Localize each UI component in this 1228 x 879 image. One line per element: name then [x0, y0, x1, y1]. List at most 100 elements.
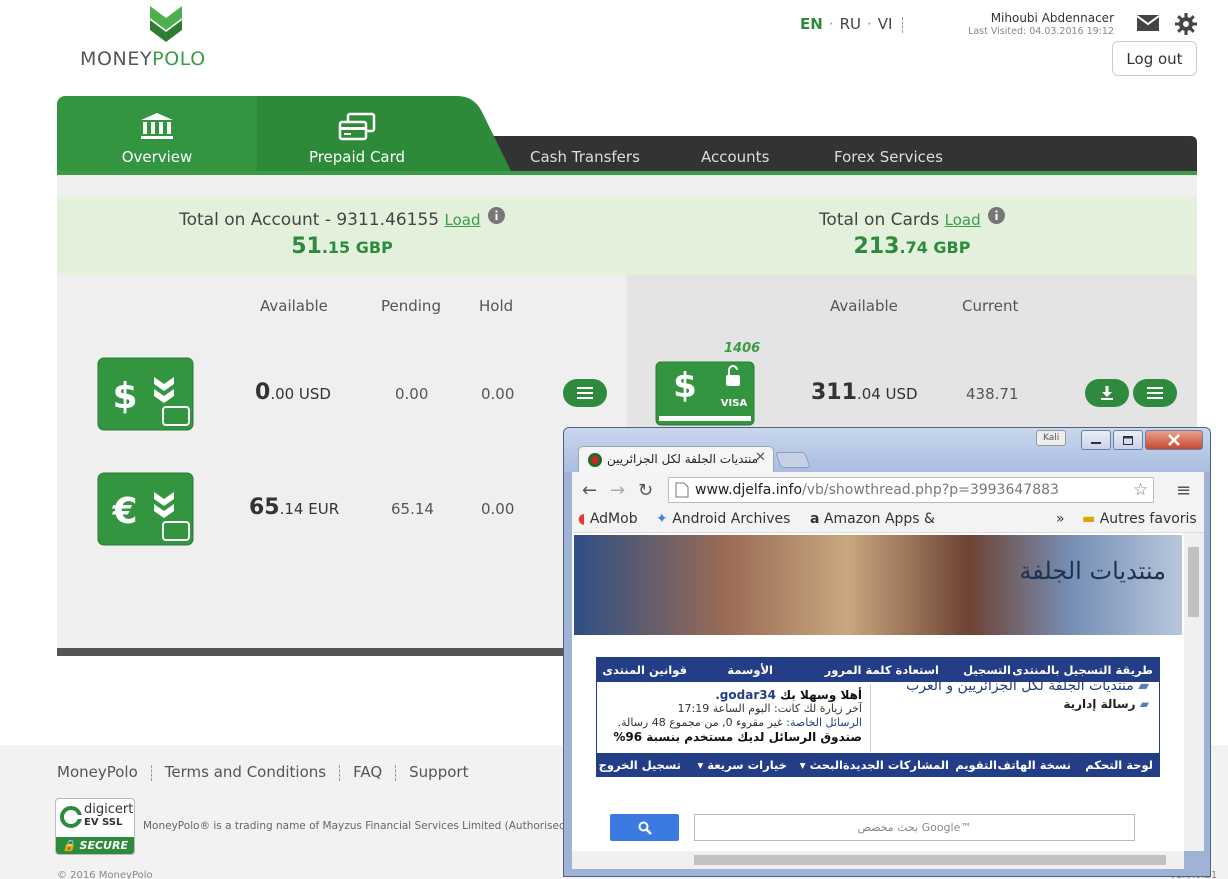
- folder-icon: ▬: [1082, 511, 1096, 527]
- forum-title-block: ▰ منتديات الجلفة لكل الجزائريين و العرب …: [906, 678, 1149, 711]
- list-icon: [1147, 387, 1163, 399]
- nav-new-posts[interactable]: المشاركات الجديدة: [843, 758, 949, 772]
- eur-available: 65.14 EUR: [249, 495, 340, 520]
- lang-ru[interactable]: RU: [840, 15, 861, 33]
- tab-forex-services[interactable]: Forex Services: [834, 148, 943, 166]
- forward-icon[interactable]: →: [610, 480, 625, 501]
- bookmarks-overflow[interactable]: »: [1056, 511, 1065, 527]
- lang-en[interactable]: EN: [800, 15, 823, 33]
- footer-link-moneypolo[interactable]: MoneyPolo: [57, 763, 138, 781]
- user-welcome-block: أهلا وسهلا بك godar34. آخر زيارة لك كانت…: [597, 684, 871, 752]
- gear-icon[interactable]: [1175, 13, 1197, 35]
- eur-wallet-icon: €: [97, 472, 194, 550]
- back-icon[interactable]: ←: [582, 480, 597, 501]
- bank-icon: [141, 113, 173, 139]
- nav-search[interactable]: البحث ▾: [800, 758, 843, 772]
- footer-links: MoneyPolo Terms and Conditions FAQ Support: [57, 763, 468, 781]
- bookmark-other-favorites[interactable]: ▬ Autres favoris: [1082, 511, 1197, 527]
- maximize-button[interactable]: [1113, 430, 1143, 450]
- ssl-vendor: digicert: [84, 802, 134, 817]
- chrome-window[interactable]: Kali منتديات الجلفة لكل الجزائريين ✕ ← →…: [563, 427, 1211, 877]
- search-icon: [638, 821, 652, 835]
- moneypolo-logo[interactable]: MONEYPOLO: [80, 4, 255, 70]
- card-history-button[interactable]: [1133, 379, 1177, 407]
- total-on-cards: Total on Cards Load 213.74 GBP: [627, 207, 1197, 259]
- usd-pending: 0.00: [395, 385, 429, 403]
- nav-logout[interactable]: تسجيل الخروج: [599, 758, 681, 772]
- logout-button[interactable]: Log out: [1112, 41, 1197, 76]
- reload-icon[interactable]: ↻: [638, 480, 653, 501]
- tab-cash-transfers[interactable]: Cash Transfers: [530, 148, 640, 166]
- user-info: Mihoubi Abdennacer Last Visited: 04.03.2…: [968, 11, 1114, 37]
- cards-load-link[interactable]: Load: [945, 211, 981, 229]
- visa-card-icon[interactable]: $ VISA: [655, 361, 755, 430]
- nav-register[interactable]: التسجيل: [963, 663, 1011, 677]
- col-hold: Hold: [479, 297, 514, 315]
- close-icon: [1168, 434, 1180, 446]
- new-tab-button[interactable]: [775, 452, 811, 468]
- total-account-amount: 51.15 GBP: [291, 234, 393, 259]
- nav-register-method[interactable]: طريقة التسجيل بالمنتدى: [1012, 663, 1153, 677]
- svg-text:$: $: [673, 366, 697, 406]
- usd-history-button[interactable]: [563, 379, 607, 407]
- tab-prepaid-card[interactable]: Prepaid Card: [257, 96, 457, 171]
- web-content: منتديات الجلفة طريقة التسجيل بالمنتدى ال…: [572, 533, 1184, 851]
- footer-link-faq[interactable]: FAQ: [353, 763, 382, 781]
- lang-vi[interactable]: VI: [878, 15, 893, 33]
- svg-text:VISA: VISA: [721, 398, 748, 409]
- forum-bottom-nav: لوحة التحكم نسخة الهاتف التقويم المشاركا…: [597, 753, 1159, 777]
- bookmark-admob[interactable]: ◖ AdMob: [578, 511, 638, 527]
- footer-link-support[interactable]: Support: [409, 763, 468, 781]
- forum-admin-message[interactable]: ▰ رسالة إدارية: [906, 697, 1149, 711]
- download-icon: [1101, 386, 1113, 400]
- info-icon[interactable]: [487, 207, 505, 224]
- footer-link-terms[interactable]: Terms and Conditions: [165, 763, 326, 781]
- address-bar[interactable]: www.djelfa.info/vb/showthread.php?p=3993…: [668, 477, 1154, 503]
- vertical-scrollbar[interactable]: [1184, 533, 1204, 851]
- tab-prepaid-card-label: Prepaid Card: [308, 148, 406, 166]
- trading-notice: MoneyPolo® is a trading name of Mayzus F…: [143, 820, 576, 832]
- language-switcher: EN · RU · VI: [800, 15, 904, 33]
- nav-quick-options[interactable]: خيارات سريعة ▾: [698, 758, 787, 772]
- last-visited: Last Visited: 04.03.2016 19:12: [968, 26, 1114, 37]
- tab-accounts[interactable]: Accounts: [701, 148, 769, 166]
- moneypolo-dashboard: MONEYPOLO EN · RU · VI Mihoubi Abdennacer La…: [0, 0, 1228, 879]
- total-on-account: Total on Account - 9311.46155 Load 51.15…: [57, 207, 627, 259]
- account-load-link[interactable]: Load: [445, 211, 481, 229]
- nav-recover-password[interactable]: استعادة كلمة المرور: [825, 663, 939, 677]
- forum-username[interactable]: godar34.: [715, 688, 776, 702]
- forum-search-button[interactable]: [610, 814, 679, 841]
- bookmark-android-archives[interactable]: ✦ Android Archives: [656, 511, 790, 527]
- bookmark-amazon-apps[interactable]: a Amazon Apps &: [810, 511, 935, 527]
- close-window-button[interactable]: [1145, 430, 1203, 450]
- cards-icon: [338, 112, 376, 141]
- card-download-button[interactable]: [1085, 379, 1129, 407]
- total-cards-amount: 213.74 GBP: [853, 234, 971, 259]
- nav-medals[interactable]: الأوسمة: [727, 663, 773, 677]
- minimize-button[interactable]: [1081, 430, 1111, 450]
- nav-control-panel[interactable]: لوحة التحكم: [1085, 758, 1153, 772]
- forum-title[interactable]: ▰ منتديات الجلفة لكل الجزائريين و العرب: [906, 678, 1149, 694]
- digicert-ssl-badge[interactable]: digicert EV SSL 🔒 SECURE: [55, 798, 135, 855]
- horizontal-scrollbar[interactable]: [572, 851, 1184, 869]
- star-icon[interactable]: ☆: [1133, 478, 1148, 502]
- nav-mobile-version[interactable]: نسخة الهاتف: [998, 758, 1071, 772]
- menu-icon[interactable]: ≡: [1176, 480, 1191, 501]
- forum-search-input[interactable]: بحث مخصص Google™: [694, 814, 1135, 841]
- content-top-strip: [57, 175, 1197, 197]
- tab-overview[interactable]: Overview: [57, 96, 257, 171]
- forum-header-table: طريقة التسجيل بالمنتدى التسجيل استعادة ك…: [596, 657, 1160, 777]
- usd-hold: 0.00: [481, 385, 515, 403]
- private-messages-text: الرسائل الخاصة: غير مقروء 0, من مجموع 48…: [617, 716, 862, 729]
- tab-overview-label: Overview: [121, 148, 193, 166]
- col-pending: Pending: [381, 297, 441, 315]
- nav-calendar[interactable]: التقويم: [955, 758, 997, 772]
- nav-forum-rules[interactable]: قوانين المنتدى: [602, 663, 687, 677]
- mail-icon[interactable]: [1136, 13, 1160, 33]
- browser-tab[interactable]: منتديات الجلفة لكل الجزائريين ✕: [578, 446, 774, 473]
- tab-close-icon[interactable]: ✕: [755, 450, 766, 465]
- card-number: 1406: [724, 341, 761, 356]
- browser-toolbar: ← → ↻ www.djelfa.info/vb/showthread.php?…: [572, 472, 1204, 508]
- amazon-icon: a: [810, 511, 820, 527]
- info-icon[interactable]: [988, 207, 1006, 224]
